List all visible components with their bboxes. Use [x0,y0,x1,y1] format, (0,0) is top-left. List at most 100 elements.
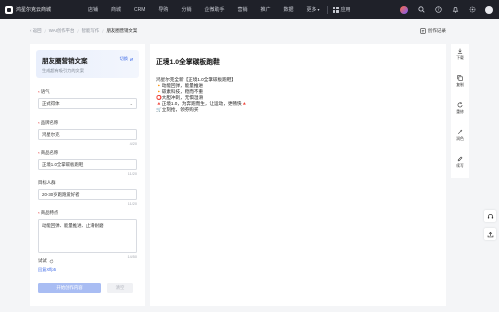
continue-label: 续写 [456,164,464,168]
product-field: * 商品名称 正境1.0全掌碳板跑鞋 11/20 [38,150,137,176]
tone-select[interactable]: 正式得体 ⌄ [38,98,137,109]
audience-input[interactable]: 20-30岁跑跑爱好者 [38,189,137,200]
form-panel: 朋友圈营销文案 生成超有吸引力的文案 切换 * 语气 正式得体 ⌄ * 品牌名称 鸿… [30,44,145,306]
download-button[interactable]: 下载 [456,48,464,61]
breadcrumb-item-platform[interactable]: WAI创作平台 [49,28,75,34]
breadcrumb: ‹ 返回 / WAI创作平台 / 智能写作 / 朋友圈营销文案 创作记录 [30,25,446,37]
tone-select-value: 正式得体 [42,100,60,106]
audience-char-counter: 11/20 [127,202,137,206]
form-actions: 开始创作内容 清空 [38,283,133,293]
breadcrumb-separator: / [102,28,104,34]
feature-label-text: 商品特点 [40,210,59,215]
settings-gear-icon[interactable] [468,6,476,14]
nav-item-wecom[interactable]: 企微助手 [204,6,224,13]
history-icon [419,28,426,34]
copy-label: 复制 [456,83,464,87]
required-mark: * [38,89,40,95]
user-avatar-icon[interactable] [485,5,493,14]
refresh-icon [457,102,463,108]
creation-record-button[interactable]: 创作记录 [419,25,446,37]
apps-button[interactable]: 应用 [332,6,351,13]
breadcrumb-separator: / [44,28,46,34]
nav-item-guide[interactable]: 导购 [158,6,168,13]
reset-button[interactable]: 清空 [107,283,133,293]
nav-item-store[interactable]: 店铺 [88,6,98,13]
brand-label: * 品牌名称 [38,120,137,126]
ai-assistant-icon[interactable] [400,5,408,14]
tone-label: * 语气 [38,89,137,95]
nav-item-distribution[interactable]: 分销 [181,6,191,13]
polish-label: 润色 [456,137,464,141]
feature-field: * 商品特点 动能回弹、能量推进、止滑耐磨 14/50 [38,210,137,259]
chevron-down-icon: ▾ [317,7,320,12]
product-input-value: 正境1.0全掌碳板跑鞋 [42,161,84,167]
feature-description: 生成超有吸引力的文案 [42,68,84,73]
brand-input[interactable]: 鸿星尔克 [38,129,137,140]
result-panel: 正境1.0全掌碳板跑鞋 鸿星尔克全新【正境1.0全掌碳板跑鞋】 🔸动能回弹，能量… [150,44,446,306]
audience-label-text: 目标人群 [38,180,56,185]
export-button[interactable] [484,228,496,240]
help-icon[interactable]: ? [434,6,442,14]
search-icon[interactable] [417,6,425,14]
product-label-text: 商品名称 [40,150,59,155]
nav-right-actions: ? [391,0,493,19]
product-input[interactable]: 正境1.0全掌碳板跑鞋 [38,159,137,170]
nav-item-mall[interactable]: 商城 [111,6,121,13]
brand-field: * 品牌名称 鸿星尔克 4/20 [38,120,137,146]
required-mark: * [38,150,40,156]
brand-char-counter: 4/20 [129,142,137,146]
rewrite-button[interactable]: 重修 [456,102,464,115]
result-content: 鸿星尔克全新【正境1.0全掌碳板跑鞋】 🔸动能回弹，能量推进 🔸碳素科技，稳而不… [156,77,440,114]
breadcrumb-item-writing[interactable]: 智能写作 [82,28,100,34]
continue-button[interactable]: 续写 [456,156,464,169]
notification-bell-icon[interactable] [451,6,459,14]
generate-button[interactable]: 开始创作内容 [38,283,101,293]
keyword-tag[interactable]: 回复Xffp5 [38,267,56,273]
upload-icon [487,231,493,237]
result-line: 🛒立刻抢，领券购买 [156,107,199,113]
refresh-icon[interactable] [49,258,54,264]
back-label: 返回 [32,28,42,33]
back-link[interactable]: ‹ 返回 [30,28,41,34]
product-label: * 商品名称 [38,150,137,156]
nav-menu: 店铺 商城 CRM 导购 分销 企微助手 营销 推广 数据 更多▾ 应用 [88,5,351,14]
headset-icon [487,213,493,219]
nav-divider [326,5,328,14]
switch-label: 切换 [119,56,128,61]
nav-item-data[interactable]: 数据 [284,6,294,13]
feature-card: 朋友圈营销文案 生成超有吸引力的文案 切换 [36,50,139,78]
required-mark: * [38,210,40,216]
continue-icon [457,156,463,162]
tone-label-text: 语气 [40,89,50,94]
brand-name: 鸿星尔克云商城 [16,7,52,13]
nav-item-promotion[interactable]: 推广 [260,6,270,13]
nav-item-crm[interactable]: CRM [134,7,145,13]
audience-field: 目标人群 20-30岁跑跑爱好者 11/20 [38,180,137,206]
product-char-counter: 11/20 [127,172,137,176]
apps-grid-icon [332,6,339,13]
result-title: 正境1.0全掌碳板跑鞋 [156,59,220,66]
feature-textarea[interactable]: 动能回弹、能量推进、止滑耐磨 [38,219,137,253]
switch-template-button[interactable]: 切换 [120,56,134,62]
breadcrumb-separator: / [77,28,79,34]
feature-label: * 商品特点 [38,210,137,216]
nav-item-marketing[interactable]: 营销 [237,6,247,13]
customer-service-button[interactable] [484,210,496,222]
download-icon [457,48,463,54]
polish-button[interactable]: 润色 [456,129,464,142]
polish-icon [457,129,463,135]
copy-button[interactable]: 复制 [456,75,464,88]
required-mark: * [38,120,40,126]
nav-item-more[interactable]: 更多▾ [307,6,320,13]
keyword-label: 试试 [38,258,137,264]
nav-more-label: 更多 [306,7,317,13]
download-label: 下载 [456,56,464,60]
tone-field: * 语气 正式得体 ⌄ [38,89,137,109]
copy-icon [457,75,463,81]
result-toolbar: 下载 复制 重修 润色 续写 [451,44,469,178]
logo-mark-icon [5,5,13,14]
brand-logo[interactable]: 鸿星尔克云商城 [5,5,80,14]
apps-label: 应用 [340,7,351,13]
chevron-down-icon: ⌄ [129,101,133,106]
top-nav: 鸿星尔克云商城 店铺 商城 CRM 导购 分销 企微助手 营销 推广 数据 更多… [0,0,499,19]
